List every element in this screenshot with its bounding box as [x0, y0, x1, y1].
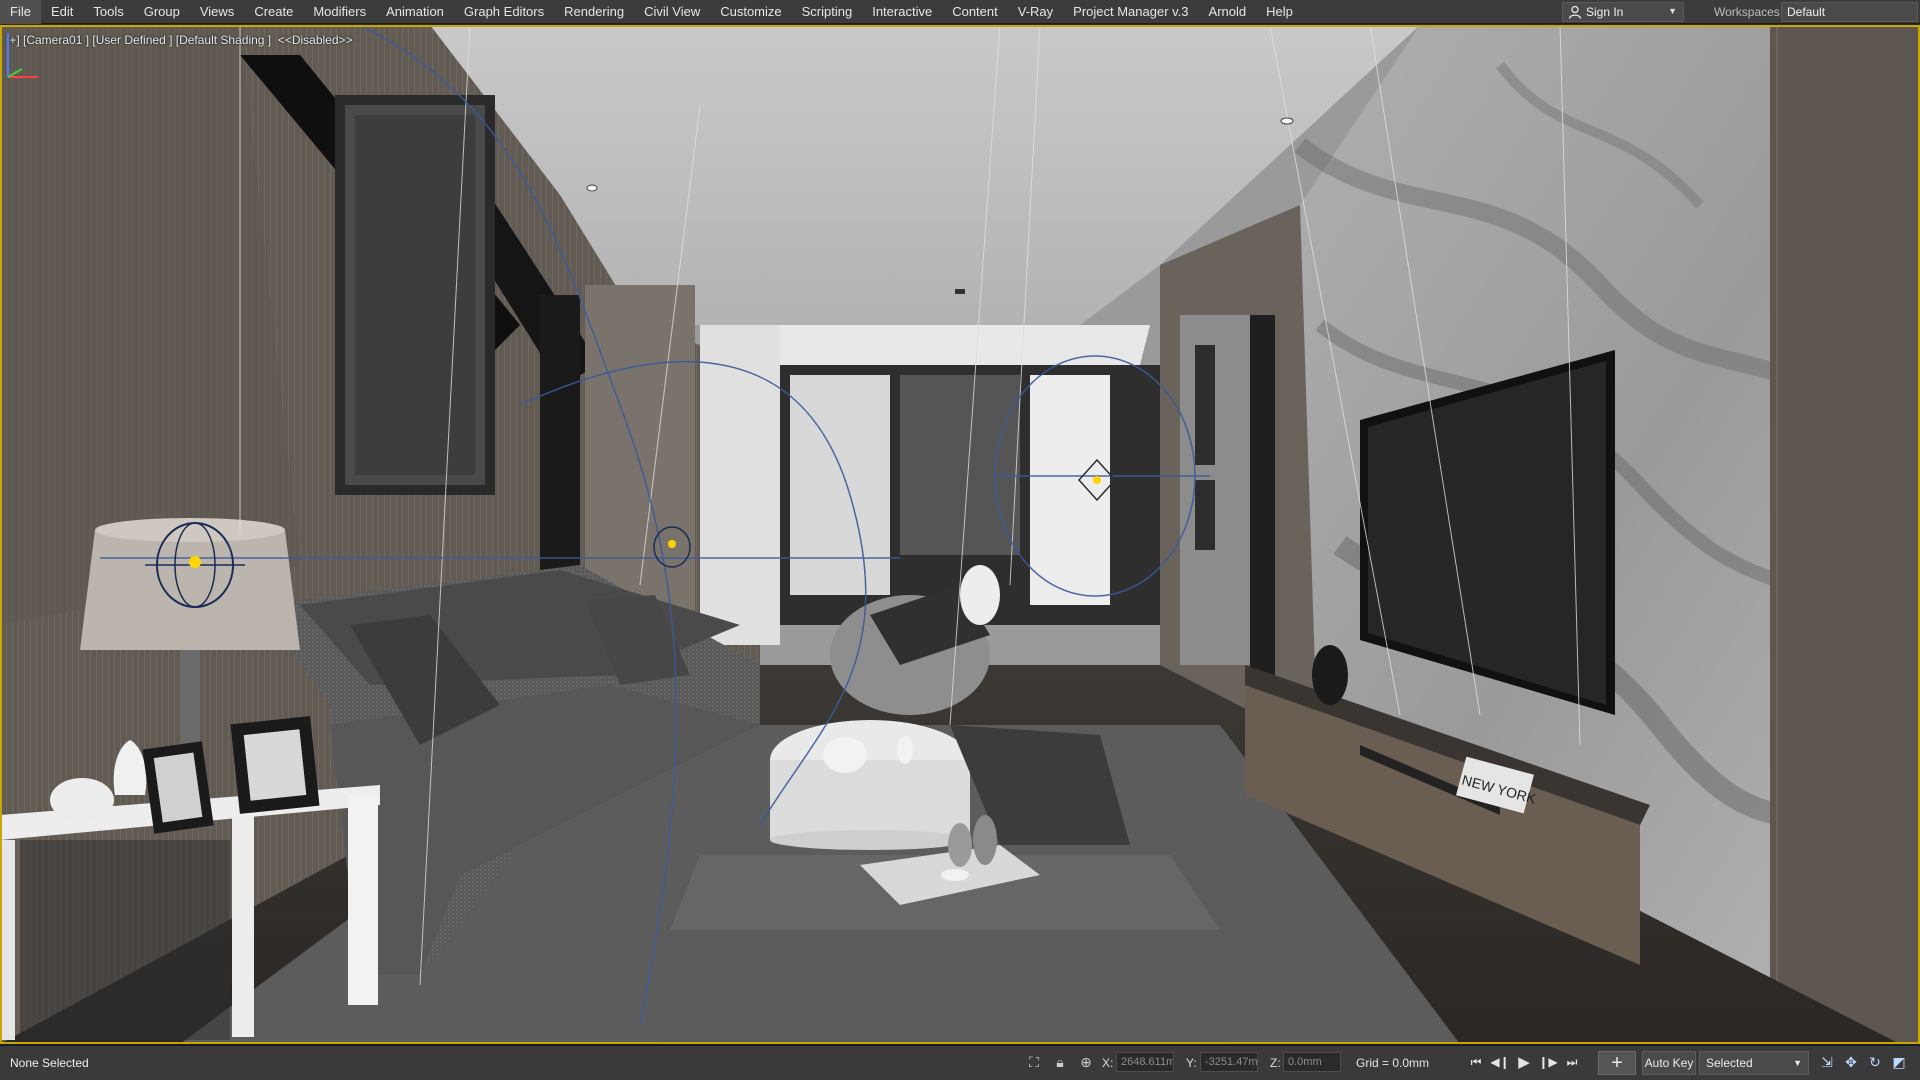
z-label: Z: [1270, 1056, 1281, 1070]
menu-modifiers[interactable]: Modifiers [303, 0, 376, 24]
menu-views[interactable]: Views [190, 0, 244, 24]
x-label: X: [1102, 1056, 1114, 1070]
menu-civil-view[interactable]: Civil View [634, 0, 710, 24]
menu-group[interactable]: Group [134, 0, 190, 24]
status-bar: None Selected ⛶ 🔒︎ ⊕ X: 2648.611m Y: -32… [0, 1044, 1920, 1080]
menu-interactive[interactable]: Interactive [862, 0, 942, 24]
menu-help[interactable]: Help [1256, 0, 1303, 24]
menu-bar: File Edit Tools Group Views Create Modif… [0, 0, 1920, 24]
key-plus-icon: + [1611, 1051, 1623, 1074]
lock-icon[interactable]: 🔒︎ [1050, 1052, 1070, 1072]
next-frame-icon[interactable]: ❙▶ [1538, 1052, 1558, 1072]
menu-items: File Edit Tools Group Views Create Modif… [0, 0, 1303, 24]
menu-rendering[interactable]: Rendering [554, 0, 634, 24]
menu-edit[interactable]: Edit [41, 0, 83, 24]
viewport-nav-tools: ⇲ ✥ ↻ ◩ [1818, 1053, 1908, 1071]
pan-icon[interactable]: ✥ [1842, 1053, 1860, 1071]
menu-content[interactable]: Content [942, 0, 1008, 24]
menu-animation[interactable]: Animation [376, 0, 454, 24]
menu-tools[interactable]: Tools [83, 0, 133, 24]
scene-render: NEW YORK [0, 25, 1920, 1044]
orbit-icon[interactable]: ↻ [1866, 1053, 1884, 1071]
camera-viewport[interactable]: NEW YORK [+] [Camera01] [User Defined]… [0, 25, 1920, 1044]
zoom-icon[interactable]: ⇲ [1818, 1053, 1836, 1071]
selection-status: None Selected [10, 1056, 89, 1070]
menu-project-manager[interactable]: Project Manager v.3 [1063, 0, 1198, 24]
isolate-icon[interactable]: ⛶ [1024, 1052, 1044, 1072]
sign-in-dropdown[interactable]: Sign In ▼ [1562, 2, 1684, 22]
sign-in-label: Sign In [1586, 5, 1624, 19]
fov-icon[interactable]: ◩ [1890, 1053, 1908, 1071]
auto-key-button[interactable]: Auto Key [1642, 1051, 1696, 1075]
menu-scripting[interactable]: Scripting [792, 0, 863, 24]
x-coordinate-field[interactable]: 2648.611m [1116, 1052, 1174, 1072]
chevron-down-icon: ▼ [1668, 6, 1677, 16]
grid-readout: Grid = 0.0mm [1356, 1056, 1430, 1070]
menu-vray[interactable]: V-Ray [1008, 0, 1063, 24]
axis-tripod-icon [7, 33, 38, 78]
menu-graph-editors[interactable]: Graph Editors [454, 0, 554, 24]
menu-create[interactable]: Create [244, 0, 303, 24]
z-coordinate-field[interactable]: 0.0mm [1283, 1052, 1341, 1072]
previous-frame-icon[interactable]: ◀❙ [1490, 1052, 1510, 1072]
go-to-end-icon[interactable]: ⏭ [1562, 1052, 1582, 1072]
chevron-down-icon: ▼ [1793, 1058, 1802, 1068]
y-label: Y: [1186, 1056, 1197, 1070]
menu-arnold[interactable]: Arnold [1199, 0, 1257, 24]
play-icon[interactable]: ▶ [1514, 1052, 1534, 1072]
workspaces-dropdown[interactable]: Default [1781, 2, 1918, 22]
workspaces-label: Workspaces: [1714, 5, 1784, 19]
go-to-start-icon[interactable]: ⏮ [1466, 1052, 1486, 1072]
viewport-label[interactable]: [+] [Camera01 ] [User Defined ] [Default… [6, 33, 353, 47]
menu-customize[interactable]: Customize [710, 0, 791, 24]
user-icon [1568, 5, 1582, 19]
menu-file[interactable]: File [0, 0, 41, 24]
key-filter-label: Selected [1706, 1056, 1753, 1070]
key-filter-dropdown[interactable]: Selected ▼ [1699, 1051, 1809, 1075]
y-coordinate-field[interactable]: -3251.47m [1200, 1052, 1258, 1072]
set-key-button[interactable]: + [1598, 1051, 1636, 1075]
absolute-mode-icon[interactable]: ⊕ [1076, 1052, 1096, 1072]
